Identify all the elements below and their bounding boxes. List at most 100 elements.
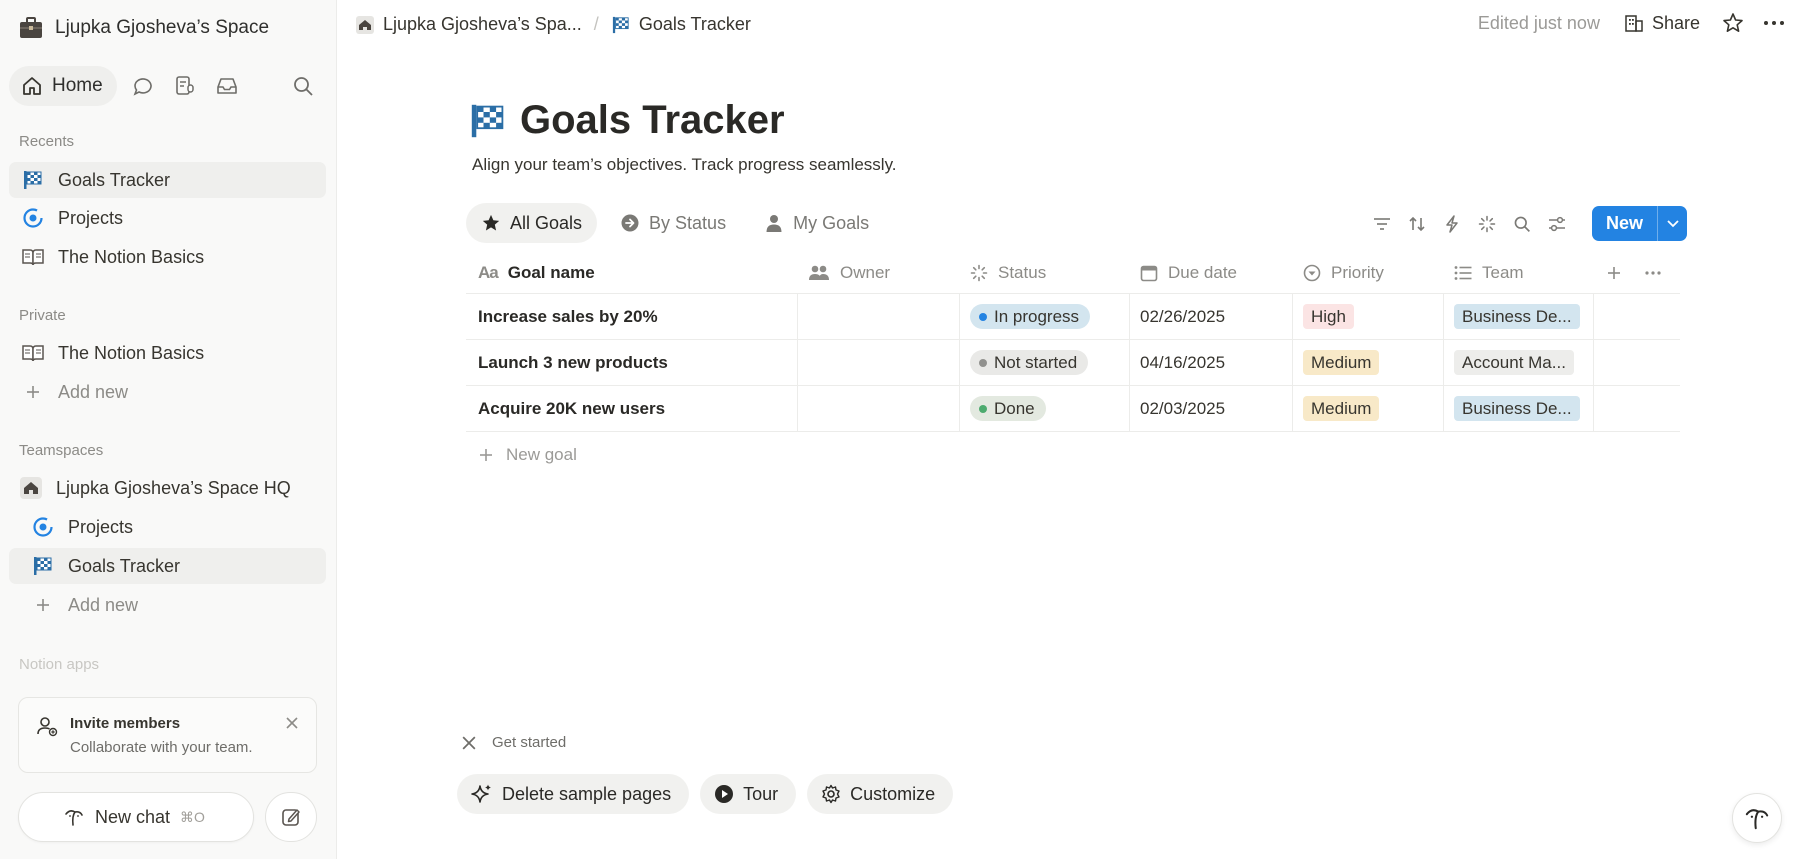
- sidebar-item-label: Goals Tracker: [58, 169, 171, 190]
- customize-button[interactable]: Customize: [807, 774, 954, 814]
- priority-badge: High: [1303, 304, 1354, 329]
- due-date-cell[interactable]: 04/16/2025: [1130, 340, 1293, 385]
- sidebar-item-goals-tracker[interactable]: Goals Tracker: [9, 162, 326, 198]
- column-header-status[interactable]: Status: [960, 252, 1130, 293]
- tab-all-goals[interactable]: All Goals: [466, 203, 598, 243]
- owner-cell[interactable]: [798, 386, 960, 431]
- column-label: Team: [1482, 262, 1524, 282]
- topbar: Ljupka Gjosheva’s Spa... / Goals Tracker…: [337, 0, 1800, 54]
- status-cell[interactable]: Not started: [960, 340, 1130, 385]
- column-header-goal-name[interactable]: Aa Goal name: [466, 252, 798, 293]
- sidebar-item-label: Goals Tracker: [68, 555, 181, 576]
- view-toolbar: New: [1370, 206, 1688, 241]
- column-header-due-date[interactable]: Due date: [1130, 252, 1293, 293]
- inbox-icon[interactable]: [211, 70, 243, 102]
- more-options-icon[interactable]: [1644, 270, 1662, 276]
- status-badge: In progress: [970, 304, 1091, 329]
- column-header-priority[interactable]: Priority: [1293, 252, 1444, 293]
- search-icon[interactable]: [1510, 207, 1533, 241]
- breadcrumb-page[interactable]: Goals Tracker: [639, 14, 751, 35]
- status-cell[interactable]: Done: [960, 386, 1130, 431]
- home-button[interactable]: Home: [9, 66, 117, 106]
- priority-cell[interactable]: Medium: [1293, 340, 1444, 385]
- star-icon[interactable]: [1722, 12, 1744, 34]
- lightning-icon[interactable]: [1440, 207, 1463, 241]
- compose-icon[interactable]: [265, 792, 317, 842]
- status-badge: Done: [970, 396, 1046, 421]
- goal-name-cell[interactable]: Increase sales by 20%: [466, 294, 798, 339]
- new-button-label[interactable]: New: [1592, 206, 1658, 241]
- owner-cell[interactable]: [798, 340, 960, 385]
- share-button[interactable]: Share: [1624, 13, 1700, 34]
- sidebar-item-team-projects[interactable]: Projects: [9, 509, 326, 545]
- priority-cell[interactable]: Medium: [1293, 386, 1444, 431]
- ai-assistant-button[interactable]: [1732, 793, 1782, 843]
- select-circle-icon: [1303, 264, 1321, 281]
- status-cell[interactable]: In progress: [960, 294, 1130, 339]
- sidebar-item-teamspace[interactable]: Ljupka Gjosheva’s Space HQ: [9, 470, 326, 506]
- goal-name-cell[interactable]: Launch 3 new products: [466, 340, 798, 385]
- close-icon[interactable]: [282, 713, 302, 733]
- get-started-label: Get started: [492, 734, 567, 751]
- sparkle-icon[interactable]: [1475, 207, 1498, 241]
- checkered-flag-icon[interactable]: [470, 103, 506, 139]
- owner-cell[interactable]: [798, 294, 960, 339]
- close-icon[interactable]: [462, 736, 476, 750]
- table-header: Aa Goal name Owner Status Due date Prior…: [466, 252, 1680, 294]
- workspace-switcher[interactable]: Ljupka Gjosheva’s Space: [18, 14, 269, 42]
- sidebar-item-team-goals-tracker[interactable]: Goals Tracker: [9, 548, 326, 584]
- column-label: Goal name: [507, 262, 595, 282]
- sidebar-nav: Home: [9, 66, 319, 106]
- column-header-owner[interactable]: Owner: [798, 252, 960, 293]
- table-row[interactable]: Acquire 20K new users Done 02/03/2025 Me…: [466, 386, 1680, 432]
- priority-badge: Medium: [1303, 396, 1380, 421]
- sidebar-item-private-notion-basics[interactable]: The Notion Basics: [9, 335, 326, 371]
- page-description[interactable]: Align your team’s objectives. Track prog…: [472, 155, 897, 175]
- sidebar-item-private-add-new[interactable]: Add new: [9, 374, 326, 410]
- tab-my-goals[interactable]: My Goals: [749, 203, 884, 243]
- open-book-icon: [20, 340, 46, 366]
- sidebar-item-team-add-new[interactable]: Add new: [9, 587, 326, 623]
- invite-members-card[interactable]: Invite members Collaborate with your tea…: [18, 697, 317, 773]
- column-header-team[interactable]: Team: [1444, 252, 1594, 293]
- page-title[interactable]: Goals Tracker: [520, 98, 785, 143]
- delete-sample-pages-button[interactable]: Delete sample pages: [457, 774, 690, 814]
- sort-icon[interactable]: [1405, 207, 1428, 241]
- new-goal-button[interactable]: New goal: [466, 432, 1680, 478]
- team-cell[interactable]: Business De...: [1444, 294, 1594, 339]
- status-label: In progress: [994, 306, 1080, 326]
- priority-cell[interactable]: High: [1293, 294, 1444, 339]
- settings-sliders-icon[interactable]: [1545, 207, 1568, 241]
- edited-status: Edited just now: [1477, 12, 1600, 33]
- breadcrumb-space[interactable]: Ljupka Gjosheva’s Spa...: [383, 14, 582, 35]
- meeting-notes-icon[interactable]: [169, 70, 201, 102]
- new-button[interactable]: New: [1592, 206, 1688, 241]
- sidebar-item-projects[interactable]: Projects: [9, 200, 326, 236]
- plus-icon: [20, 379, 46, 405]
- play-circle-icon: [715, 785, 734, 803]
- team-cell[interactable]: Business De...: [1444, 386, 1594, 431]
- team-cell[interactable]: Account Ma...: [1444, 340, 1594, 385]
- due-date-cell[interactable]: 02/26/2025: [1130, 294, 1293, 339]
- tour-button[interactable]: Tour: [700, 774, 797, 814]
- chat-bubble-icon[interactable]: [127, 70, 159, 102]
- search-icon[interactable]: [287, 70, 319, 102]
- goal-name-cell[interactable]: Acquire 20K new users: [466, 386, 798, 431]
- house-icon: [355, 15, 375, 35]
- list-icon: [1454, 265, 1472, 280]
- sidebar-item-notion-basics[interactable]: The Notion Basics: [9, 239, 326, 275]
- sidebar-item-label: Add new: [58, 381, 129, 402]
- add-column-plus-icon[interactable]: [1606, 265, 1622, 281]
- invite-subtitle: Collaborate with your team.: [70, 739, 253, 756]
- tab-by-status[interactable]: By Status: [605, 203, 741, 243]
- column-label: Owner: [840, 262, 891, 282]
- home-icon: [23, 77, 41, 95]
- new-chat-shortcut: ⌘O: [180, 808, 205, 825]
- new-chat-button[interactable]: New chat ⌘O: [18, 792, 254, 842]
- more-options-icon[interactable]: [1762, 12, 1786, 34]
- due-date-cell[interactable]: 02/03/2025: [1130, 386, 1293, 431]
- table-row[interactable]: Launch 3 new products Not started 04/16/…: [466, 340, 1680, 386]
- filter-icon[interactable]: [1370, 207, 1393, 241]
- chevron-down-icon[interactable]: [1657, 206, 1688, 241]
- table-row[interactable]: Increase sales by 20% In progress 02/26/…: [466, 294, 1680, 340]
